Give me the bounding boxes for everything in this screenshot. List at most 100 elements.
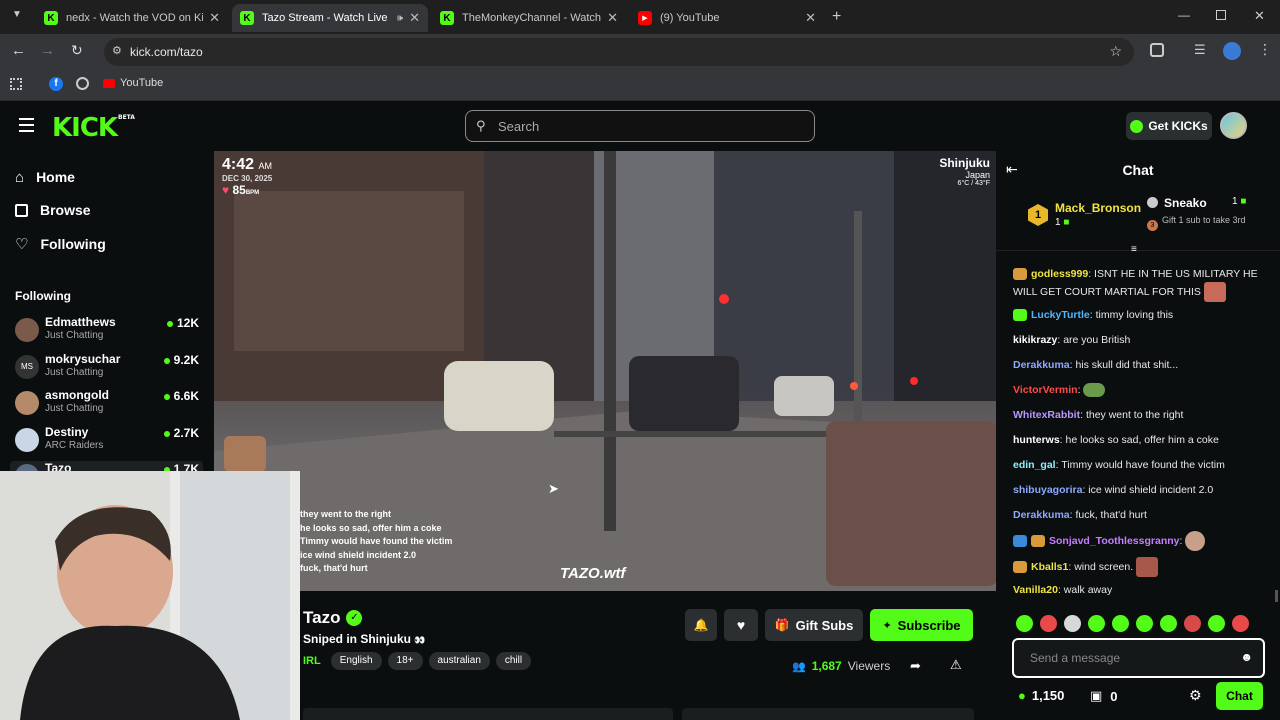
browser-tab[interactable]: K nedx - Watch the VOD on Kick ✕	[36, 4, 228, 32]
speaker-icon[interactable]: 🕪	[397, 13, 403, 24]
apps-icon[interactable]	[10, 78, 22, 90]
streamer-name[interactable]: Tazo	[303, 608, 340, 628]
browser-tab-active[interactable]: K Tazo Stream - Watch Live on Kick 🕪 ✕	[232, 4, 428, 32]
gift-icon: ▣	[1090, 688, 1103, 703]
forward-icon[interactable]: →	[40, 42, 55, 59]
heart-icon: ♥	[736, 617, 746, 633]
site-info-icon[interactable]: ⚙	[112, 44, 122, 57]
emote-icon[interactable]	[1160, 615, 1177, 632]
emote-icon[interactable]	[1088, 615, 1105, 632]
chat-username[interactable]: WhitexRabbit	[1013, 409, 1080, 421]
viewer-count: 9.2K	[163, 353, 199, 367]
subscribe-button[interactable]: ✦ Subscribe	[870, 609, 973, 641]
close-icon[interactable]: ✕	[607, 10, 618, 26]
chat-username[interactable]: edin_gal	[1013, 459, 1056, 471]
minimize-icon[interactable]: —	[1178, 8, 1190, 22]
chat-username[interactable]: LuckyTurtle	[1031, 309, 1090, 321]
back-icon[interactable]: ←	[11, 42, 26, 59]
chat-username[interactable]: Sonjavd_Toothlessgranny	[1049, 535, 1180, 547]
tab-title: nedx - Watch the VOD on Kick	[66, 12, 204, 24]
followed-channel[interactable]: asmongold Just Chatting 6.6K	[15, 388, 203, 422]
emote-icon[interactable]	[1040, 615, 1057, 632]
emote-icon[interactable]	[1016, 615, 1033, 632]
verified-icon: ✓	[346, 610, 363, 626]
media-icon[interactable]: ☰	[1194, 42, 1206, 58]
sidebar-item-browse[interactable]: Browse	[15, 199, 91, 221]
user-avatar[interactable]	[1220, 112, 1247, 139]
follow-button[interactable]: ♥	[724, 609, 758, 641]
tag[interactable]: australian	[428, 652, 490, 670]
chat-send-button[interactable]: Chat	[1216, 682, 1263, 710]
emote-icon[interactable]	[1112, 615, 1129, 632]
chat-username[interactable]: Derakkuma	[1013, 509, 1070, 521]
gift-badge-icon	[1013, 309, 1027, 322]
browser-tab[interactable]: K TheMonkeyChannel - Watch the VOD on Ki…	[432, 4, 626, 32]
tag[interactable]: 18+	[387, 652, 423, 670]
sidebar-item-following[interactable]: ♡ Following	[15, 233, 106, 255]
profile-avatar[interactable]	[1223, 42, 1241, 60]
new-tab-icon[interactable]: +	[832, 8, 841, 26]
channel-name: Destiny	[45, 425, 89, 439]
gift-subs-button[interactable]: 🎁 Gift Subs	[765, 609, 863, 641]
get-kicks-button[interactable]: Get KICKs	[1126, 112, 1212, 140]
sidebar-item-home[interactable]: ⌂ Home	[15, 166, 75, 188]
notifications-button[interactable]: 🔔	[685, 609, 717, 641]
time-overlay: 4:42 AM DEC 30, 2025 ♥ 85BPM	[222, 156, 272, 197]
menu-icon[interactable]: ⋮	[1258, 41, 1272, 58]
tag[interactable]: English	[330, 652, 382, 670]
chat-username[interactable]: shibuyagorira	[1013, 484, 1082, 496]
chat-username[interactable]: kikikrazy	[1013, 334, 1057, 346]
followed-channel[interactable]: MS mokrysuchar Just Chatting 9.2K	[15, 352, 203, 386]
share-icon[interactable]: ➦	[910, 658, 921, 674]
leader-name[interactable]: Mack_Bronson	[1055, 201, 1141, 215]
emoji-icon: 👀	[414, 635, 426, 645]
chat-input[interactable]: Send a message ☻	[1012, 638, 1265, 678]
reload-icon[interactable]: ↻	[71, 42, 83, 59]
emote-icon[interactable]	[1208, 615, 1225, 632]
report-icon[interactable]: ⚠	[950, 657, 962, 673]
extensions-icon[interactable]	[1150, 43, 1164, 57]
chat-username[interactable]: godless999	[1031, 268, 1088, 280]
chat-settings-icon[interactable]: ⚙	[1189, 687, 1202, 704]
bookmark-youtube[interactable]: YouTube	[103, 77, 163, 89]
chat-username[interactable]: Kballs1	[1031, 561, 1068, 573]
tag[interactable]: chill	[495, 652, 532, 670]
chat-username[interactable]: VictorVermin	[1013, 384, 1078, 396]
stream-title: Sniped in Shinjuku	[303, 632, 411, 646]
nav-label: Following	[40, 236, 106, 252]
tab-search-icon[interactable]: ▼	[8, 9, 26, 25]
close-icon[interactable]: ✕	[209, 10, 220, 26]
close-window-icon[interactable]: ✕	[1254, 8, 1265, 24]
close-icon[interactable]: ✕	[409, 10, 420, 26]
restore-icon[interactable]	[1216, 10, 1226, 20]
emote-icon[interactable]	[1184, 615, 1201, 632]
emote-icon	[1203, 282, 1226, 302]
category-link[interactable]: IRL	[303, 655, 321, 667]
emote-icon[interactable]	[1136, 615, 1153, 632]
page-scrollbar[interactable]	[1275, 590, 1278, 602]
followed-channel[interactable]: Destiny ARC Raiders 2.7K	[15, 425, 203, 459]
kick-logo[interactable]: KICK BETA	[52, 113, 135, 143]
gift-icon: ■	[1240, 196, 1247, 207]
emote-icon	[1136, 557, 1159, 577]
leader-name[interactable]: Sneako	[1164, 196, 1207, 210]
search-input[interactable]: ⚲ Search	[465, 110, 815, 142]
expand-icon[interactable]: ≡	[1131, 244, 1137, 255]
chat-username[interactable]: Derakkuma	[1013, 359, 1070, 371]
hamburger-menu-icon[interactable]	[19, 118, 34, 132]
gift-counter[interactable]: ▣ 0	[1090, 688, 1118, 704]
browser-tab[interactable]: ▶ (9) YouTube ✕	[630, 4, 824, 32]
channel-points[interactable]: ● 1,150	[1018, 688, 1064, 703]
emote-icon[interactable]	[1064, 615, 1081, 632]
followed-channel[interactable]: Edmatthews Just Chatting 12K	[15, 315, 203, 349]
address-bar[interactable]: ⚙ kick.com/tazo ☆	[104, 38, 1134, 66]
globe-icon[interactable]	[76, 77, 89, 90]
emoji-picker-icon[interactable]: ☻	[1240, 650, 1253, 664]
facebook-icon[interactable]: f	[49, 77, 63, 91]
close-icon[interactable]: ✕	[805, 10, 816, 26]
video-player[interactable]: 4:42 AM DEC 30, 2025 ♥ 85BPM Shinjuku Ja…	[214, 151, 996, 591]
emote-icon[interactable]	[1232, 615, 1249, 632]
chat-username[interactable]: hunterws	[1013, 434, 1060, 446]
chat-username[interactable]: Vanilla20	[1013, 584, 1058, 596]
star-icon[interactable]: ☆	[1109, 43, 1122, 60]
